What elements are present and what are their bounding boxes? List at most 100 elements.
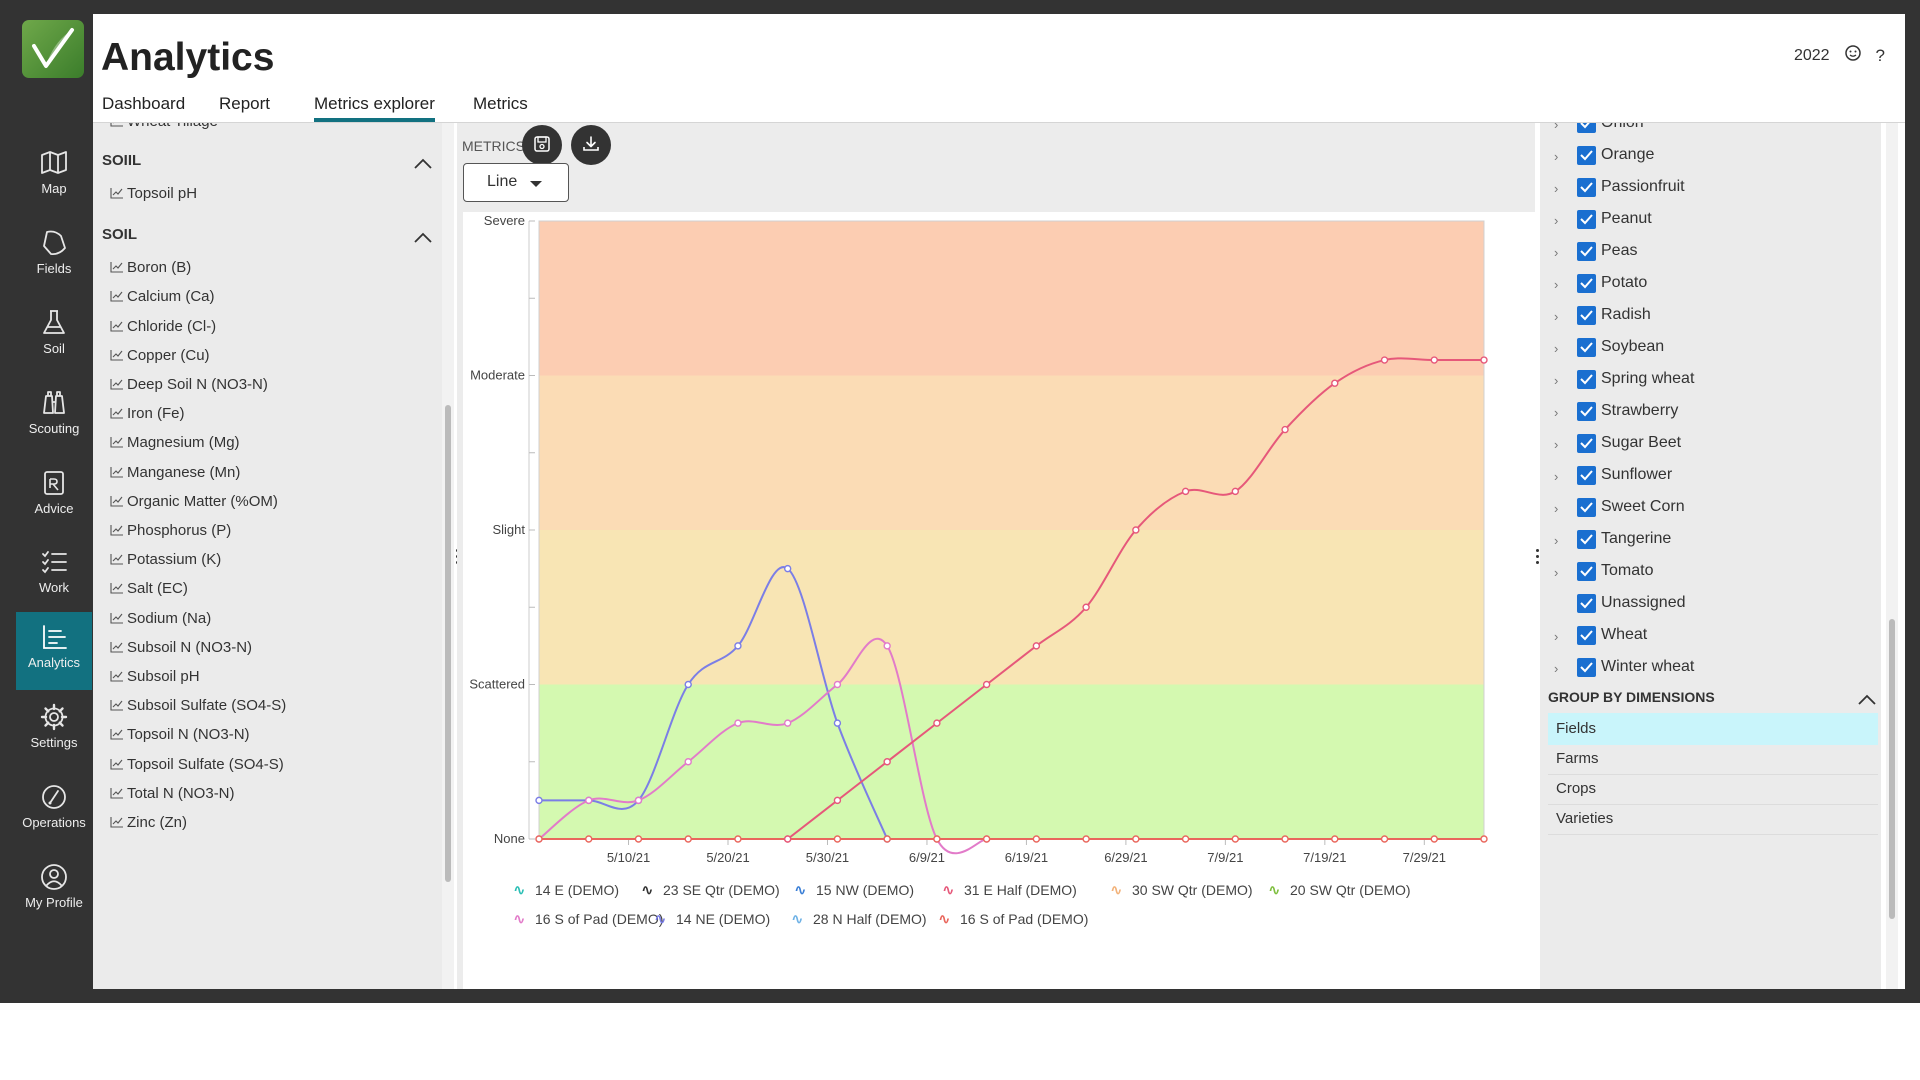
chevron-up-icon[interactable] bbox=[414, 155, 432, 169]
legend-item[interactable]: 28 N Half (DEMO) bbox=[813, 911, 927, 927]
series-point[interactable] bbox=[634, 796, 643, 805]
series-point[interactable] bbox=[982, 680, 991, 689]
series-point[interactable] bbox=[783, 719, 792, 727]
crop-checkbox[interactable] bbox=[1577, 434, 1596, 453]
metric-item[interactable]: Total N (NO3-N) bbox=[110, 785, 235, 802]
metric-item[interactable]: Sodium (Na) bbox=[110, 610, 211, 627]
series-point[interactable] bbox=[1331, 379, 1339, 387]
legend-item[interactable]: 20 SW Qtr (DEMO) bbox=[1290, 882, 1411, 898]
nav-item-advice[interactable]: Advice bbox=[16, 458, 92, 536]
series-point[interactable] bbox=[535, 796, 543, 805]
series-point[interactable] bbox=[1082, 835, 1090, 843]
metric-item[interactable]: Topsoil N (NO3-N) bbox=[110, 726, 250, 743]
series-point[interactable] bbox=[1480, 835, 1488, 843]
series-point[interactable] bbox=[684, 835, 692, 843]
group-by-option-crops[interactable]: Crops bbox=[1548, 773, 1878, 805]
section-header[interactable]: SOIL bbox=[102, 226, 137, 243]
metric-item[interactable]: Topsoil pH bbox=[110, 185, 197, 202]
series-point[interactable] bbox=[734, 835, 742, 843]
chevron-right-icon[interactable]: › bbox=[1554, 181, 1558, 196]
crop-checkbox[interactable] bbox=[1577, 498, 1596, 517]
filter-panel-scrollbar[interactable] bbox=[1886, 123, 1898, 989]
crop-checkbox[interactable] bbox=[1577, 466, 1596, 485]
series-point[interactable] bbox=[1032, 835, 1041, 843]
series-point[interactable] bbox=[933, 835, 941, 843]
chevron-right-icon[interactable]: › bbox=[1554, 123, 1558, 132]
metric-item[interactable]: Potassium (K) bbox=[110, 551, 221, 568]
chevron-up-icon[interactable] bbox=[414, 229, 432, 243]
series-point[interactable] bbox=[1380, 356, 1389, 364]
series-point[interactable] bbox=[1480, 356, 1488, 364]
metric-item[interactable]: Subsoil N (NO3-N) bbox=[110, 639, 252, 656]
chevron-right-icon[interactable]: › bbox=[1554, 469, 1558, 484]
legend-item[interactable]: 30 SW Qtr (DEMO) bbox=[1132, 882, 1253, 898]
series-point[interactable] bbox=[833, 835, 842, 843]
series-point[interactable] bbox=[1430, 356, 1438, 364]
series-point[interactable] bbox=[1281, 425, 1289, 434]
nav-item-work[interactable]: Work bbox=[16, 537, 92, 615]
chevron-right-icon[interactable]: › bbox=[1554, 149, 1558, 164]
series-point[interactable] bbox=[684, 758, 692, 766]
chevron-right-icon[interactable]: › bbox=[1554, 437, 1558, 452]
nav-item-scouting[interactable]: Scouting bbox=[16, 378, 92, 456]
chevron-right-icon[interactable]: › bbox=[1554, 661, 1558, 676]
metric-item[interactable]: Topsoil Sulfate (SO4-S) bbox=[110, 756, 284, 773]
series-point[interactable] bbox=[634, 835, 643, 843]
chevron-right-icon[interactable]: › bbox=[1554, 501, 1558, 516]
series-point[interactable] bbox=[1231, 487, 1240, 496]
nav-item-analytics[interactable]: Analytics bbox=[16, 612, 92, 690]
chevron-right-icon[interactable]: › bbox=[1554, 629, 1558, 644]
metric-item[interactable]: Boron (B) bbox=[110, 259, 191, 276]
series-point[interactable] bbox=[982, 835, 991, 843]
metric-item[interactable]: Subsoil pH bbox=[110, 668, 200, 685]
metric-item[interactable]: Iron (Fe) bbox=[110, 405, 185, 422]
help-icon[interactable]: ? bbox=[1876, 46, 1885, 66]
series-point[interactable] bbox=[833, 680, 842, 689]
legend-item[interactable]: 31 E Half (DEMO) bbox=[964, 882, 1077, 898]
series-point[interactable] bbox=[783, 835, 792, 843]
series-point[interactable] bbox=[1380, 835, 1389, 843]
chevron-up-icon[interactable] bbox=[1858, 691, 1876, 710]
crop-checkbox[interactable] bbox=[1577, 594, 1596, 613]
series-point[interactable] bbox=[783, 564, 792, 573]
series-point[interactable] bbox=[933, 719, 941, 727]
crop-checkbox[interactable] bbox=[1577, 306, 1596, 325]
series-point[interactable] bbox=[1181, 487, 1190, 496]
crop-checkbox[interactable] bbox=[1577, 626, 1596, 645]
metric-item[interactable]: Magnesium (Mg) bbox=[110, 434, 240, 451]
nav-item-map[interactable]: Map bbox=[16, 138, 92, 216]
metric-item[interactable]: Chloride (Cl-) bbox=[110, 318, 216, 335]
series-point[interactable] bbox=[535, 835, 543, 843]
nav-item-settings[interactable]: Settings bbox=[16, 692, 92, 770]
chevron-right-icon[interactable]: › bbox=[1554, 341, 1558, 356]
crop-checkbox[interactable] bbox=[1577, 210, 1596, 229]
nav-item-fields[interactable]: Fields bbox=[16, 218, 92, 296]
nav-item-my-profile[interactable]: My Profile bbox=[16, 852, 92, 930]
chevron-right-icon[interactable]: › bbox=[1554, 309, 1558, 324]
group-by-option-fields[interactable]: Fields bbox=[1548, 713, 1878, 745]
series-point[interactable] bbox=[585, 835, 593, 843]
legend-item[interactable]: 15 NW (DEMO) bbox=[816, 882, 914, 898]
metrics-list-scrollbar[interactable] bbox=[442, 123, 454, 989]
tab-metrics[interactable]: Metrics bbox=[473, 94, 528, 114]
crop-checkbox[interactable] bbox=[1577, 370, 1596, 389]
crop-checkbox[interactable] bbox=[1577, 123, 1596, 133]
crop-checkbox[interactable] bbox=[1577, 178, 1596, 197]
series-point[interactable] bbox=[1132, 526, 1140, 534]
metric-item[interactable]: Zinc (Zn) bbox=[110, 814, 187, 831]
chevron-right-icon[interactable]: › bbox=[1554, 277, 1558, 292]
series-point[interactable] bbox=[1281, 835, 1289, 843]
tab-report[interactable]: Report bbox=[219, 94, 270, 114]
download-button[interactable] bbox=[571, 125, 611, 165]
metric-item[interactable]: Salt (EC) bbox=[110, 580, 188, 597]
metric-item[interactable]: Manganese (Mn) bbox=[110, 464, 240, 481]
series-point[interactable] bbox=[1331, 835, 1339, 843]
chevron-right-icon[interactable]: › bbox=[1554, 213, 1558, 228]
group-by-option-farms[interactable]: Farms bbox=[1548, 743, 1878, 775]
tab-dashboard[interactable]: Dashboard bbox=[102, 94, 185, 114]
metric-item[interactable]: Organic Matter (%OM) bbox=[110, 493, 278, 510]
legend-item[interactable]: 14 E (DEMO) bbox=[535, 882, 619, 898]
legend-item[interactable]: 16 S of Pad (DEMO) bbox=[535, 911, 663, 927]
metric-item[interactable]: Calcium (Ca) bbox=[110, 288, 215, 305]
metric-item[interactable]: Deep Soil N (NO3-N) bbox=[110, 376, 268, 393]
